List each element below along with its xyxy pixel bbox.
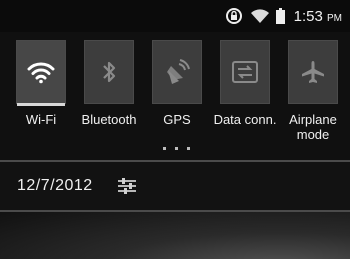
bluetooth-toggle[interactable]: Bluetooth: [76, 40, 148, 144]
wifi-label: Wi-Fi: [25, 112, 57, 127]
wallpaper-preview: [0, 212, 350, 259]
airplane-mode-tile[interactable]: [288, 40, 338, 104]
date-row: 12/7/2012: [0, 162, 350, 210]
data-connection-toggle[interactable]: Data conn.: [212, 40, 284, 144]
settings-sliders-icon[interactable]: [116, 175, 138, 197]
gps-tile[interactable]: [152, 40, 202, 104]
bluetooth-label: Bluetooth: [81, 112, 137, 127]
data-connection-icon: [232, 61, 258, 83]
wifi-tile[interactable]: [16, 40, 66, 106]
status-icons: 1:53 PM: [224, 6, 342, 26]
page-dot: [187, 147, 190, 150]
wifi-icon: [27, 62, 55, 84]
bluetooth-icon: [103, 61, 116, 83]
wifi-on-indicator: [17, 103, 65, 106]
bluetooth-tile[interactable]: [84, 40, 134, 104]
gps-label: GPS: [163, 112, 191, 127]
data-connection-tile[interactable]: [220, 40, 270, 104]
date-text: 12/7/2012: [17, 177, 93, 194]
status-bar: 1:53 PM: [0, 0, 350, 32]
gps-toggle[interactable]: GPS: [144, 40, 216, 144]
page-dot: [175, 147, 178, 150]
wifi-signal-icon: [250, 9, 269, 23]
gps-icon: [167, 59, 190, 84]
page-indicator: [163, 147, 190, 150]
page-dot: [163, 147, 166, 150]
airplane-mode-label: Airplane mode: [289, 112, 337, 142]
wifi-toggle[interactable]: Wi-Fi: [8, 40, 80, 144]
data-connection-label: Data conn.: [213, 112, 277, 127]
airplane-mode-toggle[interactable]: Airplane mode: [280, 40, 350, 144]
quick-settings: Wi-Fi Bluetooth GPS Data conn. Airplane …: [8, 40, 350, 144]
airplane-icon: [302, 61, 324, 83]
battery-icon: [275, 8, 285, 24]
status-time: 1:53 PM: [293, 7, 342, 25]
screen-rotation-lock-icon: [225, 8, 242, 24]
